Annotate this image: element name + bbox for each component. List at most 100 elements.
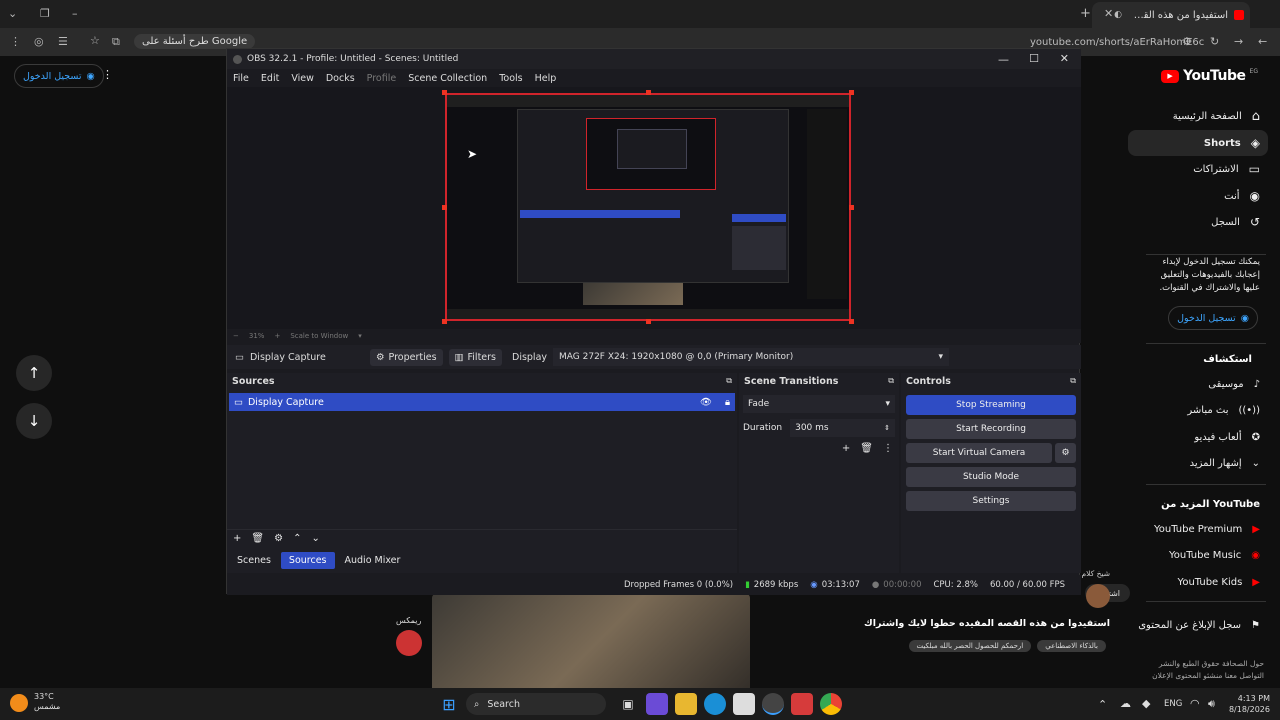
browser-tab[interactable]: استفيدوا من هذه القصه المفيده حطوا لايك … [1092, 2, 1250, 28]
move-up-icon[interactable]: ⌃ [293, 533, 301, 544]
share-icon[interactable]: ⧉ [112, 35, 120, 49]
footer-links[interactable]: حول الصحافة حقوق الطبع والنشر التواصل مع… [1146, 658, 1264, 682]
transform-handle[interactable] [646, 319, 651, 324]
edge-icon[interactable] [704, 693, 726, 715]
transform-handle[interactable] [849, 319, 854, 324]
visibility-eye-icon[interactable]: 👁 [700, 397, 712, 408]
move-down-icon[interactable]: ⌄ [311, 533, 319, 544]
remove-source-icon[interactable]: 🗑︎ [251, 533, 264, 544]
store-icon[interactable] [733, 693, 755, 715]
menu-tools[interactable]: Tools [499, 73, 522, 84]
remove-transition-icon[interactable]: 🗑︎ [860, 443, 873, 454]
duration-spinbox[interactable]: 300 ms ⇕ [790, 419, 895, 437]
start-virtual-camera-button[interactable]: Start Virtual Camera [906, 443, 1052, 463]
windows-start-icon[interactable]: ⊞ [438, 693, 460, 715]
tab-sources[interactable]: Sources [280, 551, 335, 569]
add-transition-icon[interactable]: + [842, 443, 850, 454]
tune-icon[interactable]: ☰ [58, 35, 68, 48]
nav-home[interactable]: الصفحة الرئيسية ⌂ [1130, 103, 1260, 129]
taskbar-search[interactable]: ⌕ Search [466, 693, 606, 715]
display-select[interactable]: MAG 272F X24: 1920x1080 @ 0,0 (Primary M… [553, 348, 950, 366]
menu-help[interactable]: Help [535, 73, 557, 84]
menu-docks[interactable]: Docks [326, 73, 355, 84]
bookmark-star-icon[interactable]: ☆ [90, 34, 100, 47]
ask-google-chip[interactable]: طرح أسئلة على Google [134, 34, 256, 49]
settings-button[interactable]: Settings [906, 491, 1076, 511]
transform-handle[interactable] [849, 205, 854, 210]
zoom-in-icon[interactable]: + [274, 332, 280, 340]
previous-short-button[interactable]: ↑ [16, 355, 52, 391]
nav-shorts[interactable]: Shorts ◈ [1128, 130, 1268, 156]
explore-live[interactable]: بث مباشر ((•)) [1130, 397, 1260, 423]
scale-dropdown-icon[interactable]: ▾ [358, 332, 362, 340]
add-source-icon[interactable]: + [233, 533, 241, 544]
nav-history[interactable]: السجل ↺ [1130, 209, 1260, 235]
transform-handle[interactable] [442, 90, 447, 95]
obs-minimize-icon[interactable]: — [998, 53, 1009, 66]
tab-audio-icon[interactable]: ◐ [1114, 10, 1122, 20]
youtube-kids-link[interactable]: YouTube Kids ▶ [1130, 569, 1260, 595]
nav-you[interactable]: أنت ◉ [1130, 183, 1260, 209]
chrome-icon[interactable] [820, 693, 842, 715]
stop-streaming-button[interactable]: Stop Streaming [906, 395, 1076, 415]
studio-mode-button[interactable]: Studio Mode [906, 467, 1076, 487]
tray-app-icon[interactable]: ◆ [1142, 697, 1150, 710]
transform-handle[interactable] [849, 90, 854, 95]
explore-more[interactable]: إشهار المزيد ⌄ [1130, 450, 1260, 476]
next-short-button[interactable]: ↓ [16, 403, 52, 439]
obs-title-bar[interactable]: OBS 32.2.1 - Profile: Untitled - Scenes:… [227, 49, 1081, 69]
tab-audio-mixer[interactable]: Audio Mixer [339, 552, 407, 569]
virtual-camera-settings-button[interactable]: ⚙ [1055, 443, 1076, 463]
filters-button[interactable]: ▥ Filters [448, 348, 502, 366]
menu-edit[interactable]: Edit [261, 73, 279, 84]
undock-icon[interactable]: ⧉ [1070, 376, 1076, 386]
nav-subscriptions[interactable]: الاشتراكات ▭ [1130, 156, 1260, 182]
copilot-icon[interactable] [646, 693, 668, 715]
spin-arrows-icon[interactable]: ⇕ [884, 424, 890, 432]
short-tag-music[interactable]: ارحمكم للحصول الحصر بالله مبلكيت [908, 640, 1032, 652]
volume-icon[interactable]: 🔊︎ [1208, 697, 1215, 711]
menu-profile[interactable]: Profile [367, 73, 397, 84]
explore-music[interactable]: موسيقى ♪ [1130, 371, 1260, 397]
restore-icon[interactable]: ❐ [40, 7, 50, 20]
tray-overflow-icon[interactable]: ⌃ [1098, 698, 1107, 711]
short-tag-ai[interactable]: بالذكاء الاصطناعي [1037, 640, 1106, 652]
zoom-out-icon[interactable]: − [233, 332, 239, 340]
more-options-icon[interactable]: ⋮ [102, 68, 113, 81]
undock-icon[interactable]: ⧉ [888, 376, 894, 386]
menu-view[interactable]: View [291, 73, 314, 84]
properties-button[interactable]: ⚙ Properties [369, 348, 443, 366]
onedrive-icon[interactable]: ☁ [1120, 697, 1131, 710]
app-red-icon[interactable] [791, 693, 813, 715]
tab-scenes[interactable]: Scenes [231, 552, 277, 569]
back-icon[interactable]: ← [1258, 35, 1267, 48]
file-explorer-icon[interactable] [675, 693, 697, 715]
youtube-music-link[interactable]: YouTube Music ◉ [1130, 542, 1260, 568]
weather-widget[interactable]: 33°C مشمس [34, 692, 60, 712]
clock[interactable]: 4:13 PM 8/18/2026 [1226, 693, 1270, 715]
obs-taskbar-icon[interactable] [762, 693, 784, 715]
channel-avatar[interactable] [1086, 584, 1110, 608]
forward-icon[interactable]: → [1234, 35, 1243, 48]
transition-select[interactable]: Fade ▾ [743, 395, 895, 413]
google-lens-icon[interactable]: ◎ [34, 35, 44, 48]
signin-button-top[interactable]: تسجيل الدخول ◉ [14, 64, 104, 88]
reload-icon[interactable]: ↻ [1210, 35, 1219, 48]
obs-maximize-icon[interactable]: ☐ [1029, 52, 1039, 65]
transform-handle[interactable] [442, 319, 447, 324]
obs-close-icon[interactable]: ✕ [1060, 52, 1069, 65]
preview-canvas[interactable] [445, 93, 851, 321]
task-view-icon[interactable]: ▣ [617, 693, 639, 715]
explore-gaming[interactable]: ألعاب فيديو ✪ [1130, 424, 1260, 450]
channel-name[interactable]: شيخ كلام [1082, 569, 1110, 578]
menu-file[interactable]: File [233, 73, 249, 84]
weather-sun-icon[interactable] [10, 694, 28, 712]
tab-search-icon[interactable]: ⌄ [8, 7, 17, 20]
youtube-logo[interactable]: ▶ YouTube EG [1161, 68, 1258, 84]
lock-icon[interactable]: 🔒︎ [725, 397, 730, 408]
language-indicator[interactable]: ENG [1164, 699, 1182, 709]
source-properties-icon[interactable]: ⚙ [274, 533, 283, 544]
report-history-link[interactable]: سجل الإبلاغ عن المحتوى ⚑ [1130, 612, 1260, 638]
new-tab-icon[interactable]: + [1080, 6, 1091, 21]
signin-button-side[interactable]: تسجيل الدخول ◉ [1168, 306, 1258, 330]
